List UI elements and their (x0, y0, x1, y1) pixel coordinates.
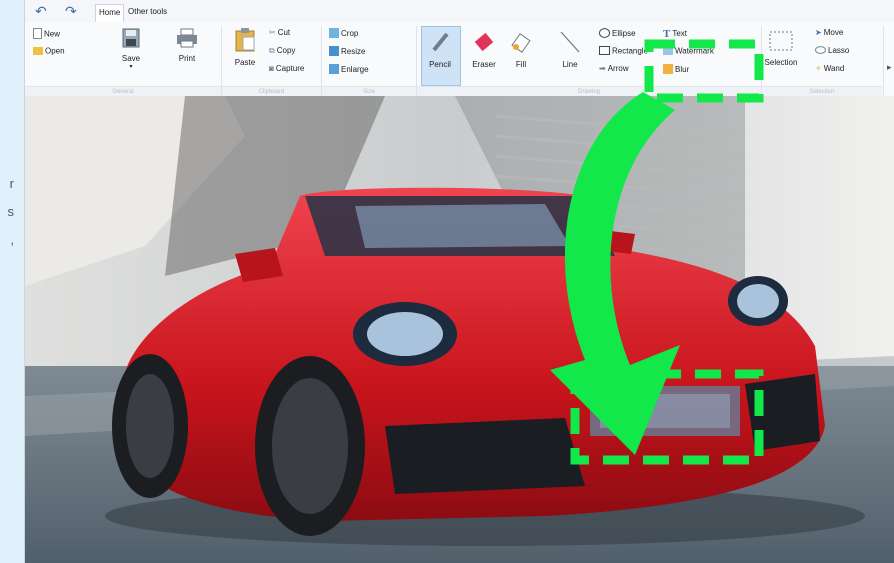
side-char: , (10, 232, 14, 247)
annotation-overlay (550, 39, 764, 455)
side-char: r (9, 176, 14, 191)
curved-arrow-icon (550, 92, 680, 455)
side-text: r s , (0, 170, 15, 254)
blur-highlight-box (644, 39, 764, 103)
side-char: s (7, 204, 15, 219)
editor-window: ↶ ↷ Home Other tools New Open Save ▾ Pri… (24, 0, 894, 563)
